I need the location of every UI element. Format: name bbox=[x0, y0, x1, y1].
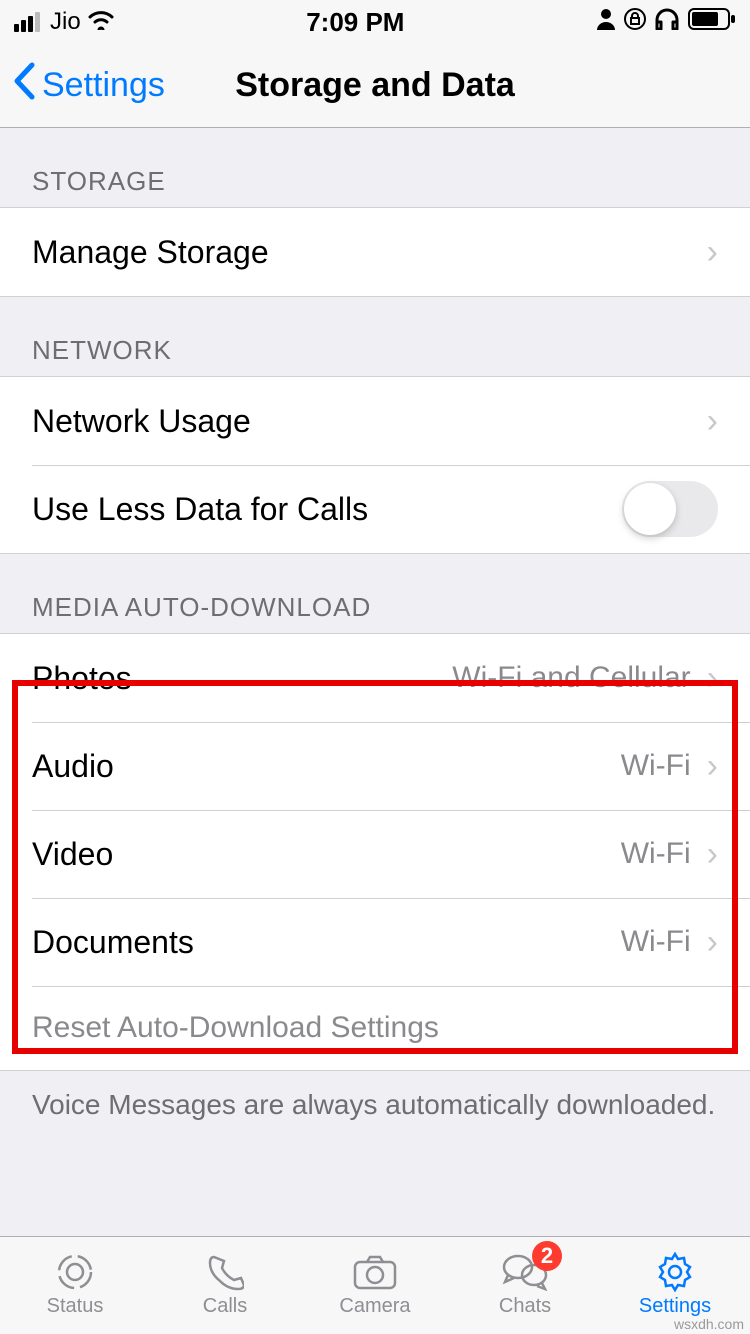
status-icon bbox=[51, 1253, 99, 1291]
audio-label: Audio bbox=[32, 748, 621, 785]
nav-bar: Settings Storage and Data bbox=[0, 44, 750, 128]
photos-row[interactable]: Photos Wi-Fi and Cellular › bbox=[0, 634, 750, 722]
carrier-label: Jio bbox=[50, 8, 81, 36]
chevron-left-icon bbox=[12, 62, 36, 109]
audio-row[interactable]: Audio Wi-Fi › bbox=[0, 722, 750, 810]
tab-status[interactable]: Status bbox=[0, 1237, 150, 1334]
orientation-lock-icon bbox=[624, 8, 646, 37]
tab-chats-label: Chats bbox=[499, 1295, 551, 1318]
tab-camera-label: Camera bbox=[339, 1295, 410, 1318]
chevron-right-icon: › bbox=[707, 233, 718, 272]
video-label: Video bbox=[32, 836, 621, 873]
chevron-right-icon: › bbox=[707, 659, 718, 698]
status-right bbox=[596, 8, 736, 37]
tab-camera[interactable]: Camera bbox=[300, 1237, 450, 1334]
section-header-network: Network bbox=[0, 297, 750, 376]
documents-value: Wi-Fi bbox=[621, 925, 691, 959]
manage-storage-row[interactable]: Manage Storage › bbox=[0, 208, 750, 296]
chevron-right-icon: › bbox=[707, 747, 718, 786]
tab-bar: Status Calls Camera 2 Chats Settings bbox=[0, 1236, 750, 1334]
cellular-signal-icon bbox=[14, 12, 40, 32]
watermark: wsxdh.com bbox=[674, 1316, 744, 1332]
status-time: 7:09 PM bbox=[306, 7, 404, 38]
network-group: Network Usage › Use Less Data for Calls bbox=[0, 376, 750, 554]
documents-label: Documents bbox=[32, 924, 621, 961]
chevron-right-icon: › bbox=[707, 835, 718, 874]
video-row[interactable]: Video Wi-Fi › bbox=[0, 810, 750, 898]
audio-value: Wi-Fi bbox=[621, 749, 691, 783]
chevron-right-icon: › bbox=[707, 402, 718, 441]
use-less-data-label: Use Less Data for Calls bbox=[32, 491, 622, 528]
status-bar: Jio 7:09 PM bbox=[0, 0, 750, 44]
status-left: Jio bbox=[14, 8, 115, 37]
headphones-icon bbox=[654, 8, 680, 37]
reset-label: Reset Auto-Download Settings bbox=[32, 1011, 439, 1045]
chats-badge: 2 bbox=[532, 1241, 562, 1271]
back-label: Settings bbox=[42, 66, 165, 105]
gear-icon bbox=[651, 1253, 699, 1291]
network-usage-row[interactable]: Network Usage › bbox=[0, 377, 750, 465]
tab-chats[interactable]: 2 Chats bbox=[450, 1237, 600, 1334]
tab-calls-label: Calls bbox=[203, 1295, 247, 1318]
use-less-data-row: Use Less Data for Calls bbox=[0, 465, 750, 553]
camera-icon bbox=[351, 1253, 399, 1291]
phone-icon bbox=[201, 1253, 249, 1291]
media-footer-note: Voice Messages are always automatically … bbox=[0, 1071, 750, 1161]
battery-icon bbox=[688, 8, 736, 37]
manage-storage-label: Manage Storage bbox=[32, 234, 707, 271]
section-header-storage: Storage bbox=[0, 128, 750, 207]
video-value: Wi-Fi bbox=[621, 837, 691, 871]
storage-group: Manage Storage › bbox=[0, 207, 750, 297]
back-button[interactable]: Settings bbox=[0, 62, 165, 109]
chevron-right-icon: › bbox=[707, 923, 718, 962]
photos-value: Wi-Fi and Cellular bbox=[452, 661, 690, 695]
wifi-icon bbox=[87, 8, 115, 37]
tab-settings-label: Settings bbox=[639, 1295, 711, 1318]
photos-label: Photos bbox=[32, 660, 452, 697]
network-usage-label: Network Usage bbox=[32, 403, 707, 440]
person-icon bbox=[596, 8, 616, 37]
tab-status-label: Status bbox=[47, 1295, 104, 1318]
media-group: Photos Wi-Fi and Cellular › Audio Wi-Fi … bbox=[0, 633, 750, 1071]
use-less-data-toggle[interactable] bbox=[622, 481, 718, 537]
section-header-media: Media Auto-Download bbox=[0, 554, 750, 633]
documents-row[interactable]: Documents Wi-Fi › bbox=[0, 898, 750, 986]
tab-calls[interactable]: Calls bbox=[150, 1237, 300, 1334]
reset-auto-download-row[interactable]: Reset Auto-Download Settings bbox=[0, 986, 750, 1070]
